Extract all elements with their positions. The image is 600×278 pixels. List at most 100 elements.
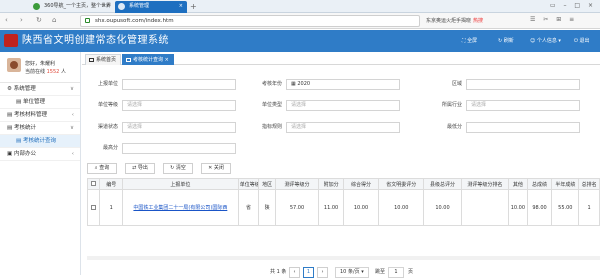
sidebar-item-units[interactable]: ▤ 单位管理 xyxy=(0,96,80,109)
online-unit: 人 xyxy=(60,69,66,75)
browser-tab[interactable]: 360导航_一个主页，整个世界 × xyxy=(30,1,114,13)
chevron-down-icon: ∨ xyxy=(69,86,74,92)
sidebar-item-label: 单位管理 xyxy=(22,99,45,105)
sidebar-item-system[interactable]: ⚙ 系统管理 ∨ xyxy=(0,83,80,96)
sidebar: 您好，朱耀利 当前在线 1552 人 ⚙ 系统管理 ∨ ▤ 单位管理 ▤ 考核材料… xyxy=(0,52,81,275)
column-header: 测评等级分排名 xyxy=(460,178,510,190)
close-icon[interactable]: × xyxy=(106,1,110,12)
tab-home[interactable]: 系统首页 xyxy=(85,54,122,65)
logout-label: 退出 xyxy=(579,38,590,44)
forward-icon[interactable]: › xyxy=(20,15,23,26)
cat-select[interactable]: 请选择 xyxy=(286,122,400,133)
search-suggest[interactable]: 东京奥运火炬手揭晓 热搜 xyxy=(426,15,526,27)
stats-table: 编号 上报单位 单位等级 地区 测评等级分 附加分 综合得分 省文明委评分 县级… xyxy=(86,178,600,226)
lock-icon xyxy=(85,18,90,23)
export-label: 导出 xyxy=(137,165,148,171)
app-title: 陕西省文明创建常态化管理系统 xyxy=(22,35,169,46)
table-cell: 11.00 xyxy=(318,189,344,226)
total-label: 最高分 xyxy=(102,145,118,151)
fullscreen-label: 全屏 xyxy=(467,38,478,44)
close-icon[interactable]: × xyxy=(165,57,169,63)
refresh-icon[interactable]: ↻ xyxy=(36,15,42,26)
next-page-button[interactable]: › xyxy=(317,267,328,278)
column-header: 总成绩 xyxy=(526,178,553,190)
sidebar-item-materials[interactable]: ▤ 考核材料管理 ‹ xyxy=(0,109,80,122)
horizontal-scrollbar[interactable] xyxy=(87,256,600,260)
jump-input[interactable]: 1 xyxy=(388,267,404,278)
360-icon xyxy=(33,3,40,10)
tab-stats-query[interactable]: 考核统计查询 × xyxy=(122,54,174,65)
year-input[interactable]: ▦ 2020 xyxy=(286,79,400,90)
score-input[interactable] xyxy=(466,122,580,133)
clear-button[interactable]: ↻ 清空 xyxy=(163,163,193,174)
logout-button[interactable]: ⏻ 退出 xyxy=(574,38,590,45)
level-select[interactable]: 请选择 xyxy=(122,100,236,111)
table-cell: 10.00 xyxy=(423,189,462,226)
prev-page-button[interactable]: ‹ xyxy=(289,267,300,278)
close-button[interactable]: ✕ 关闭 xyxy=(201,163,231,174)
export-button[interactable]: ⇄ 导出 xyxy=(125,163,155,174)
per-page-select[interactable]: 10 条/页 ▾ xyxy=(335,267,369,278)
column-header: 单位等级 xyxy=(237,178,260,190)
page-icon xyxy=(118,3,125,10)
table-cell: 陕 xyxy=(258,189,276,226)
url-text: shx.oupusoft.com/index.htm xyxy=(95,18,174,24)
chevron-left-icon: ‹ xyxy=(71,151,74,157)
table-row[interactable]: 1 中国铁工业集团二十一局(有限公司)国际西 省 陕 57.00 11.00 1… xyxy=(86,189,600,226)
sidebar-item-stats-query[interactable]: ▤ 考核统计查询 xyxy=(0,135,80,148)
user-greeting: 您好，朱耀利 xyxy=(25,61,56,67)
column-header: 地区 xyxy=(258,178,276,190)
tab-label: 系统首页 xyxy=(96,57,117,63)
unit-label: 上报单位 xyxy=(97,81,118,87)
cat-label: 指标规则 xyxy=(261,124,282,130)
page-1-button[interactable]: 1 xyxy=(303,267,314,278)
unit-link[interactable]: 中国铁工业集团二十一局(有限公司)国际西 xyxy=(122,189,239,226)
dept-select[interactable]: 请选择 xyxy=(122,122,236,133)
close-icon[interactable]: × xyxy=(179,1,183,12)
refresh-label: 刷新 xyxy=(503,38,514,44)
region-select[interactable] xyxy=(466,79,580,90)
column-header: 其他 xyxy=(508,178,528,190)
table-header-row: 编号 上报单位 单位等级 地区 测评等级分 附加分 综合得分 省文明委评分 县级… xyxy=(86,178,600,190)
column-header: 省文明委评分 xyxy=(378,178,425,190)
search-label: 查询 xyxy=(99,165,110,171)
unit-input[interactable] xyxy=(122,79,236,90)
industry-select[interactable]: 请选择 xyxy=(466,100,580,111)
profile-button[interactable]: ☺ 个人信息 ▾ xyxy=(530,38,561,45)
per-page-value: 10 条/页 xyxy=(340,269,360,275)
user-panel: 您好，朱耀利 当前在线 1552 人 xyxy=(0,52,80,83)
sidebar-item-stats[interactable]: ▤ 考核统计 ∨ xyxy=(0,122,80,135)
address-toolbar: ‹ › ↻ ⌂ shx.oupusoft.com/index.htm 东京奥运火… xyxy=(0,13,600,29)
type-select[interactable]: 请选择 xyxy=(286,100,400,111)
table-cell: 1 xyxy=(578,189,600,226)
search-suggest-text: 东京奥运火炬手揭晓 xyxy=(426,18,472,24)
sidebar-item-label: 考核统计 xyxy=(13,125,36,131)
avatar xyxy=(7,58,21,72)
fullscreen-button[interactable]: ⛶ 全屏 xyxy=(462,38,477,45)
browser-tab-active[interactable]: 系统管理 × xyxy=(115,1,187,13)
back-icon[interactable]: ‹ xyxy=(5,15,8,26)
online-label: 当前在线 xyxy=(25,69,46,75)
select-all-checkbox[interactable] xyxy=(86,178,101,190)
score-label: 最低分 xyxy=(446,124,462,130)
table-cell: 1 xyxy=(99,189,124,226)
table-cell: 省 xyxy=(237,189,260,226)
search-button[interactable]: ⌕ 查询 xyxy=(87,163,117,174)
sidebar-item-office[interactable]: ▣ 内部办公 ‹ xyxy=(0,148,80,161)
column-header: 测评等级分 xyxy=(274,178,320,190)
main-content: 系统首页 考核统计查询 × 上报单位 考核年份 ▦ 2020 区域 单位等级 请… xyxy=(82,52,600,278)
online-number: 1552 xyxy=(46,69,60,75)
row-checkbox[interactable] xyxy=(86,189,101,226)
window-controls[interactable]: ▭ – □ × xyxy=(550,0,596,12)
sidebar-item-label: 考核统计查询 xyxy=(22,138,56,144)
home-icon[interactable]: ⌂ xyxy=(52,15,56,26)
toolbar-icons[interactable]: ☰ ✂ ⊞ ≡ xyxy=(530,16,577,23)
total-input[interactable] xyxy=(122,143,236,154)
region-label: 区域 xyxy=(451,81,462,87)
url-bar[interactable]: shx.oupusoft.com/index.htm xyxy=(80,15,420,27)
column-header: 综合得分 xyxy=(342,178,380,190)
new-tab-button[interactable]: + xyxy=(190,2,197,11)
table-cell xyxy=(460,189,510,226)
refresh-button[interactable]: ↻ 刷新 xyxy=(498,38,514,45)
column-header: 上报单位 xyxy=(122,178,239,190)
